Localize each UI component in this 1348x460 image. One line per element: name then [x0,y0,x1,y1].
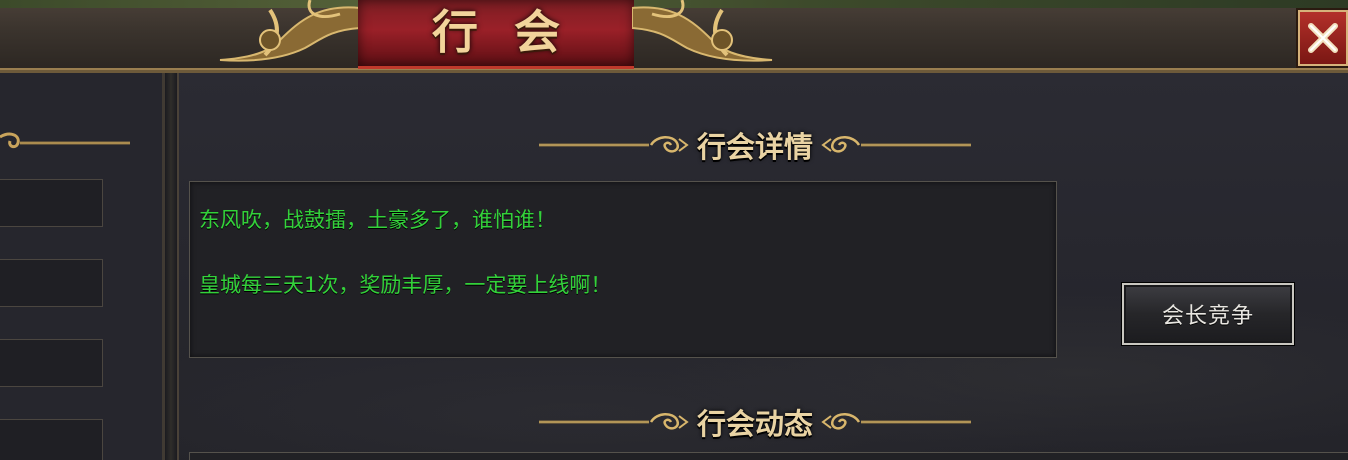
details-title: 行会详情 [696,130,813,164]
details-line-1: 东风吹，战鼓擂，土豪多了，谁怕谁！ [199,208,556,232]
details-line-2: 皇城每三天1次，奖励丰厚，一定要上线啊！ [199,273,612,297]
close-icon [1308,23,1338,53]
news-header: 行会动态 [530,402,980,442]
guild-news-box [189,452,1348,460]
gold-ornament-icon [538,413,689,430]
guild-details-box: 东风吹，战鼓擂，土豪多了，谁怕谁！ 皇城每三天1次，奖励丰厚，一定要上线啊！ [189,181,1057,358]
leader-competition-button[interactable]: 会长竞争 [1122,283,1294,345]
guild-sidebar [0,73,165,460]
details-header: 行会详情 [530,125,980,165]
sidebar-slot-4[interactable] [0,419,103,460]
sidebar-slot-2[interactable] [0,259,103,307]
guild-window: 行会 行会详情 东风吹，战鼓擂，土豪多了，谁怕谁！ 皇城每三天1次，奖励丰厚，一… [0,0,1348,460]
sidebar-divider [165,73,179,460]
gold-ornament-icon [821,136,971,153]
gold-ornament-icon [538,136,689,153]
left-wing-ornament-icon [219,0,360,62]
close-button[interactable] [1298,10,1348,66]
title-bar: 行会 [0,0,1348,73]
sidebar-slot-3[interactable] [0,339,103,387]
news-title: 行会动态 [696,407,813,441]
gold-ornament-icon [0,132,130,149]
right-wing-ornament-icon [632,0,773,62]
window-title: 行会 [432,5,596,59]
sidebar-slot-1[interactable] [0,179,103,227]
gold-ornament-icon [821,413,971,430]
